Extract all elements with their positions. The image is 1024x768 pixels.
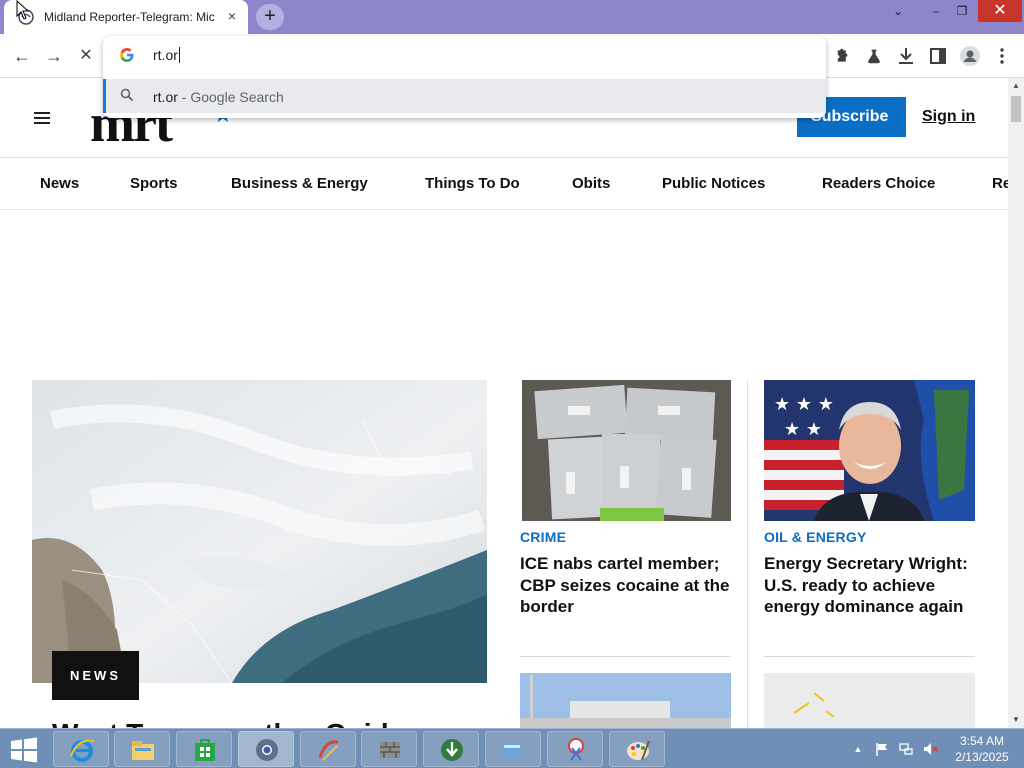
clock-date: 2/13/2025 xyxy=(955,750,1009,764)
folder-icon xyxy=(132,741,154,760)
nav-item-things-to-do[interactable]: Things To Do xyxy=(425,175,520,192)
windows-start-icon[interactable] xyxy=(8,736,40,764)
side-panel-icon[interactable] xyxy=(926,44,950,68)
clock-time: 3:54 AM xyxy=(959,734,1005,748)
vertical-scrollbar[interactable]: ▲ ▼ xyxy=(1008,78,1024,728)
nav-item-more[interactable]: Re xyxy=(992,175,1008,192)
story-image-next-2[interactable] xyxy=(764,673,975,728)
tab-search-chevron-icon[interactable]: ⌄ xyxy=(882,0,914,22)
web-page: mrt ★ Subscribe Sign in News Sports Busi… xyxy=(0,78,1008,728)
extensions-puzzle-icon[interactable] xyxy=(830,44,854,68)
browser-menu-icon[interactable] xyxy=(990,44,1014,68)
windows-taskbar: ▲ 3:54 AM 2/13/2025 xyxy=(0,728,1024,768)
action-center-flag-icon[interactable] xyxy=(874,741,890,757)
browser-tab[interactable]: Midland Reporter-Telegram: Mic × xyxy=(4,0,248,34)
taskbar-app-firewall[interactable] xyxy=(361,731,417,767)
news-badge[interactable]: NEWS xyxy=(52,651,139,700)
tab-title: Midland Reporter-Telegram: Mic xyxy=(44,10,215,24)
google-g-icon xyxy=(120,48,134,63)
site-navigation: News Sports Business & Energy Things To … xyxy=(0,157,1008,210)
store-icon xyxy=(195,739,215,761)
labs-flask-icon[interactable] xyxy=(862,44,886,68)
feature-headline[interactable]: West Texas weather Guide xyxy=(52,718,404,728)
nav-item-sports[interactable]: Sports xyxy=(130,175,178,192)
taskbar-snipping-tool[interactable] xyxy=(547,731,603,767)
column-divider xyxy=(747,380,748,728)
omnibox-dropdown: rt.or rt.or - Google Search xyxy=(103,36,826,118)
story-kicker-crime[interactable]: CRIME xyxy=(520,529,566,545)
text-caret xyxy=(178,47,180,63)
taskbar-chrome[interactable] xyxy=(238,731,294,767)
restore-button[interactable]: ❐ xyxy=(946,0,978,22)
taskbar-file-explorer[interactable] xyxy=(114,731,170,767)
story-headline-energy-secretary[interactable]: Energy Secretary Wright: U.S. ready to a… xyxy=(764,553,975,618)
scroll-up-icon[interactable]: ▲ xyxy=(1008,78,1024,94)
paint-palette-icon xyxy=(627,740,650,761)
taskbar-store[interactable] xyxy=(176,731,232,767)
scissors-icon xyxy=(568,738,584,761)
tab-close-icon[interactable]: × xyxy=(224,8,240,24)
scroll-down-icon[interactable]: ▼ xyxy=(1008,712,1024,728)
close-window-button[interactable]: ✕ xyxy=(978,0,1022,22)
feature-satellite-image[interactable] xyxy=(32,380,487,683)
nav-item-business-energy[interactable]: Business & Energy xyxy=(231,175,368,192)
browser-tab-strip: Midland Reporter-Telegram: Mic × + ⌄ – ❐… xyxy=(0,0,1024,34)
stop-loading-button[interactable]: ✕ xyxy=(72,42,100,70)
nav-item-public-notices[interactable]: Public Notices xyxy=(662,175,765,192)
story-image-energy-secretary[interactable]: ★ ★ ★ ★ ★ xyxy=(764,380,975,521)
chrome-icon xyxy=(256,739,278,761)
scrollbar-thumb[interactable] xyxy=(1011,96,1021,122)
mouse-cursor-icon xyxy=(16,0,30,20)
volume-muted-icon[interactable] xyxy=(922,741,938,757)
new-tab-button[interactable]: + xyxy=(256,4,284,30)
pen-tool-icon xyxy=(318,740,339,761)
story-image-next-1[interactable] xyxy=(520,673,731,728)
firewall-icon xyxy=(380,742,400,758)
story-headline-ice[interactable]: ICE nabs cartel member; CBP seizes cocai… xyxy=(520,553,735,618)
network-icon[interactable] xyxy=(898,741,914,757)
story-divider xyxy=(520,656,731,657)
internet-explorer-icon xyxy=(70,739,95,762)
nav-item-news[interactable]: News xyxy=(40,175,79,192)
omnibox-suggestion[interactable]: rt.or - Google Search xyxy=(103,79,826,113)
hamburger-menu-icon[interactable] xyxy=(34,112,50,124)
svg-text:★ ★: ★ ★ xyxy=(784,419,822,440)
svg-text:★ ★ ★: ★ ★ ★ xyxy=(774,394,834,415)
address-bar-input[interactable]: rt.or xyxy=(103,36,826,76)
tray-overflow-chevron-icon[interactable]: ▲ xyxy=(850,741,866,757)
download-manager-icon xyxy=(441,739,463,761)
window-app-icon xyxy=(500,743,523,758)
taskbar-app-window[interactable] xyxy=(485,731,541,767)
taskbar-download-manager[interactable] xyxy=(423,731,479,767)
nav-item-obits[interactable]: Obits xyxy=(572,175,610,192)
story-divider xyxy=(764,656,975,657)
taskbar-paint[interactable] xyxy=(609,731,665,767)
story-kicker-oil-energy[interactable]: OIL & ENERGY xyxy=(764,529,867,545)
forward-button[interactable]: → xyxy=(40,42,68,70)
address-bar-text: rt.or xyxy=(153,47,180,63)
taskbar-clock[interactable]: 3:54 AM 2/13/2025 xyxy=(948,733,1016,765)
downloads-icon[interactable] xyxy=(894,44,918,68)
taskbar-internet-explorer[interactable] xyxy=(53,731,109,767)
nav-item-readers-choice[interactable]: Readers Choice xyxy=(822,175,935,192)
story-image-cocaine-bricks[interactable] xyxy=(522,380,731,521)
back-button[interactable]: ← xyxy=(8,42,36,70)
sign-in-link[interactable]: Sign in xyxy=(922,108,975,126)
profile-avatar-icon[interactable] xyxy=(958,44,982,68)
search-icon xyxy=(120,88,134,102)
suggestion-text: rt.or - Google Search xyxy=(153,89,284,105)
taskbar-app-pen[interactable] xyxy=(300,731,356,767)
